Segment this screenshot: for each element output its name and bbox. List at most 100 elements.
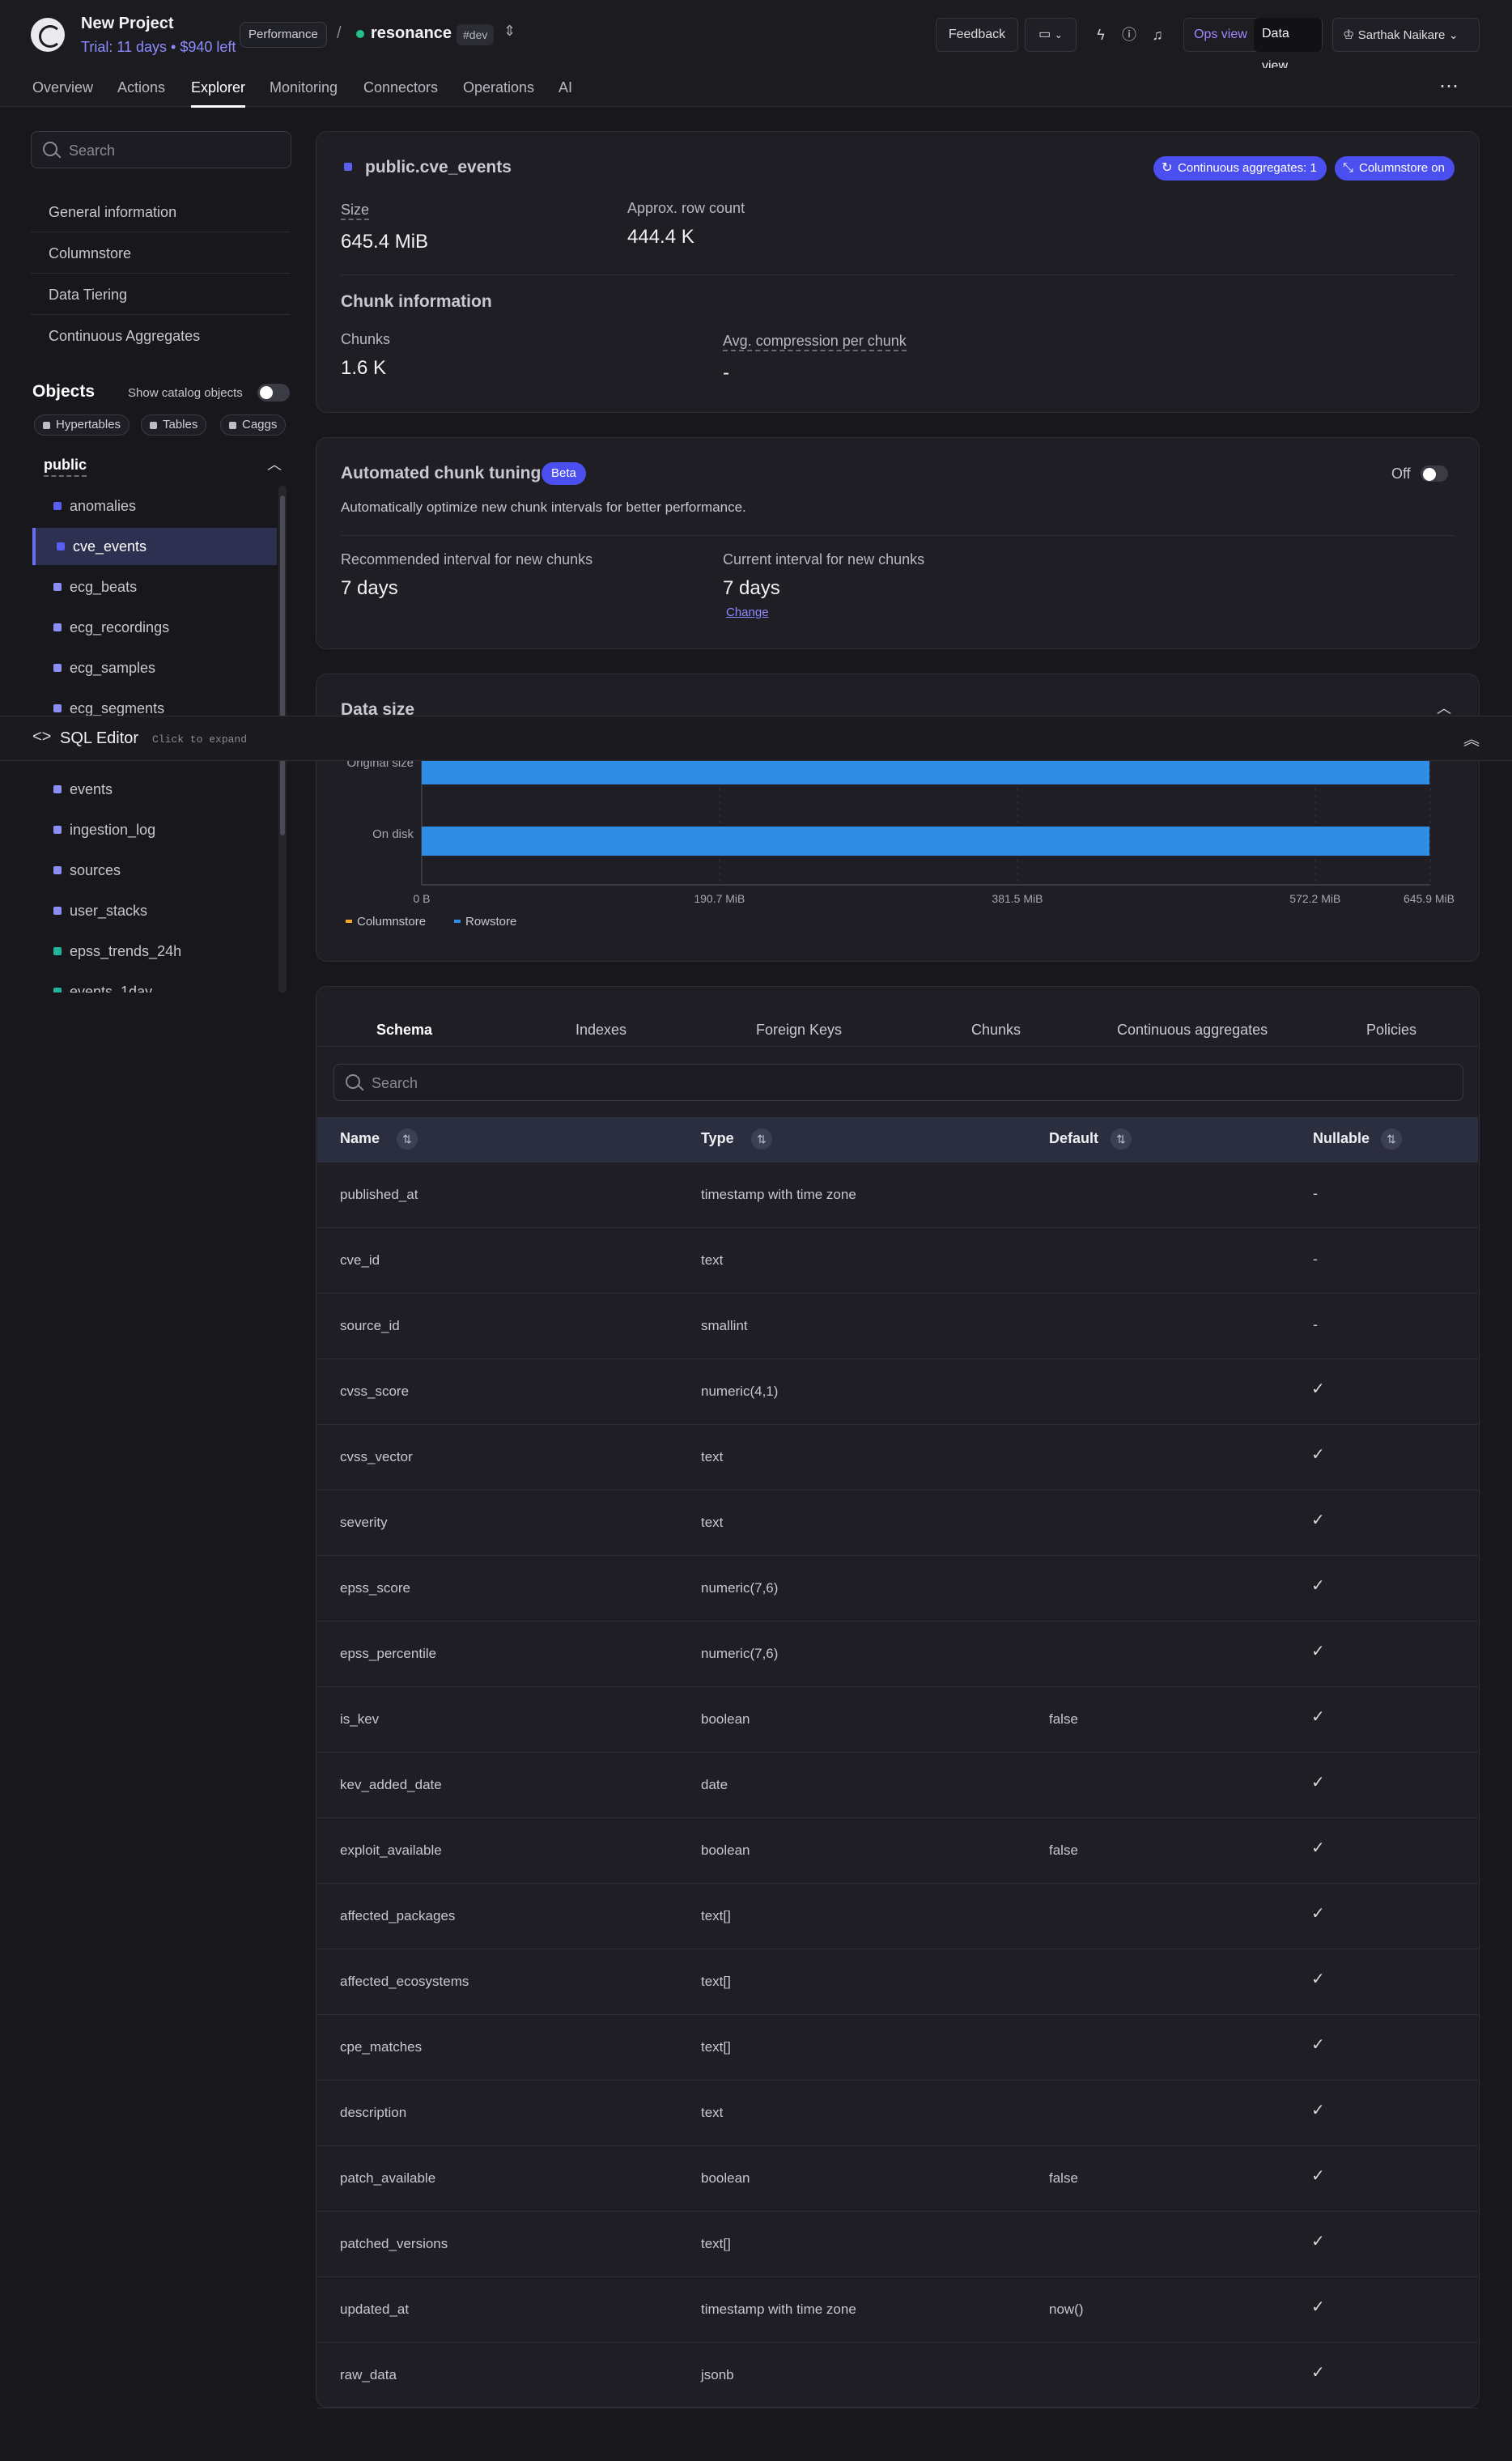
table-row[interactable]: source_id smallint -: [317, 1294, 1478, 1359]
sidebar-object-label: ingestion_log: [70, 822, 156, 838]
sidebar-object-item[interactable]: events_1day: [32, 973, 277, 992]
data-view-toggle[interactable]: Data view: [1254, 18, 1322, 73]
column-name-cell: source_id: [340, 1318, 400, 1333]
schema-search-input[interactable]: Search: [372, 1075, 418, 1092]
columnstore-badge[interactable]: ⤡ Columnstore on: [1335, 156, 1455, 181]
display-menu-button[interactable]: ▭ ⌄: [1025, 18, 1077, 52]
table-type-icon: [53, 907, 62, 915]
table-row[interactable]: epss_score numeric(7,6) ✓: [317, 1556, 1478, 1622]
sort-icon[interactable]: ⇅: [751, 1128, 772, 1150]
tuning-toggle[interactable]: [1421, 465, 1448, 482]
table-row[interactable]: kev_added_date date ✓: [317, 1753, 1478, 1818]
tab-ai[interactable]: AI: [559, 79, 572, 96]
sidebar-object-item[interactable]: ecg_samples: [32, 649, 277, 686]
column-header-type[interactable]: Type: [701, 1130, 734, 1147]
table-row[interactable]: patch_available boolean false ✓: [317, 2146, 1478, 2212]
sidebar-object-item[interactable]: epss_trends_24h: [32, 933, 277, 970]
sidebar-object-item[interactable]: events: [32, 771, 277, 808]
table-row[interactable]: description text ✓: [317, 2081, 1478, 2146]
sidebar-object-item[interactable]: sources: [32, 852, 277, 889]
table-row[interactable]: cvss_vector text ✓: [317, 1425, 1478, 1490]
tab-foreign-keys[interactable]: Foreign Keys: [756, 1022, 842, 1039]
sort-icon[interactable]: ⇅: [1381, 1128, 1402, 1150]
column-name-cell: raw_data: [340, 2367, 397, 2382]
sidebar-object-item[interactable]: anomalies: [32, 487, 277, 525]
column-default-cell: now(): [1049, 2302, 1084, 2317]
table-row[interactable]: raw_data jsonb ✓: [317, 2343, 1478, 2408]
column-type-cell: text[]: [701, 2039, 731, 2055]
sort-icon[interactable]: ⇅: [1111, 1128, 1132, 1150]
tab-operations[interactable]: Operations: [463, 79, 534, 96]
x-tick-label: 645.9 MiB: [1404, 892, 1455, 905]
sidebar-object-item[interactable]: user_stacks: [32, 892, 277, 929]
compress-icon: ⤡: [1343, 161, 1353, 175]
table-row[interactable]: cpe_matches text[] ✓: [317, 2015, 1478, 2081]
sidebar-object-label: user_stacks: [70, 903, 148, 919]
table-type-icon: [53, 623, 62, 631]
sql-editor-bar[interactable]: <> SQL Editor Click to expand ︽: [0, 716, 1512, 761]
divider: [341, 535, 1455, 536]
table-row[interactable]: exploit_available boolean false ✓: [317, 1818, 1478, 1884]
column-name-cell: exploit_available: [340, 1843, 442, 1858]
nullable-cell: -: [1313, 1316, 1318, 1333]
bell-icon[interactable]: ♫: [1145, 23, 1170, 47]
service-name[interactable]: resonance: [371, 24, 452, 43]
expand-icon[interactable]: ︽: [1463, 726, 1480, 750]
table-row[interactable]: cvss_score numeric(4,1) ✓: [317, 1359, 1478, 1425]
sort-icon[interactable]: ⇅: [397, 1128, 418, 1150]
table-row[interactable]: severity text ✓: [317, 1490, 1478, 1556]
hypertable-icon: [344, 163, 352, 171]
caggs-badge[interactable]: ↻ Continuous aggregates: 1: [1153, 156, 1327, 181]
service-switcher-icon[interactable]: ⇕: [503, 23, 516, 40]
column-header-nullable[interactable]: Nullable: [1313, 1130, 1370, 1147]
feedback-button[interactable]: Feedback: [936, 18, 1018, 52]
sidebar-object-label: ecg_beats: [70, 579, 138, 595]
table-row[interactable]: affected_ecosystems text[] ✓: [317, 1949, 1478, 2015]
size-value: 645.4 MiB: [341, 231, 429, 253]
legend-item: Columnstore: [357, 915, 426, 929]
table-row[interactable]: cve_id text -: [317, 1228, 1478, 1294]
column-name-cell: kev_added_date: [340, 1777, 442, 1792]
table-row[interactable]: patched_versions text[] ✓: [317, 2212, 1478, 2277]
more-options-icon[interactable]: ⋯: [1439, 74, 1459, 98]
sidebar-object-label: events: [70, 781, 113, 797]
table-row[interactable]: affected_packages text[] ✓: [317, 1884, 1478, 1949]
sidebar-object-item[interactable]: cve_events: [32, 528, 277, 565]
tuning-title: Automated chunk tuning: [341, 464, 542, 482]
table-row[interactable]: is_kev boolean false ✓: [317, 1687, 1478, 1753]
ops-view-toggle[interactable]: Ops view: [1194, 19, 1247, 51]
column-type-cell: numeric(7,6): [701, 1580, 779, 1596]
tab-connectors[interactable]: Connectors: [363, 79, 438, 96]
env-tag: #dev: [457, 24, 495, 45]
tab-continuous-aggregates[interactable]: Continuous aggregates: [1117, 1022, 1268, 1039]
table-row[interactable]: published_at timestamp with time zone -: [317, 1162, 1478, 1228]
column-header-name[interactable]: Name: [340, 1130, 380, 1147]
column-header-default[interactable]: Default: [1049, 1130, 1098, 1147]
tab-indexes[interactable]: Indexes: [575, 1022, 626, 1039]
nullable-cell: ✓: [1311, 1511, 1325, 1529]
column-name-cell: is_kev: [340, 1711, 380, 1727]
tab-chunks[interactable]: Chunks: [971, 1022, 1021, 1039]
sidebar-object-item[interactable]: ecg_beats: [32, 568, 277, 606]
column-type-cell: smallint: [701, 1318, 748, 1333]
sidebar-object-item[interactable]: ingestion_log: [32, 811, 277, 848]
column-default-cell: false: [1049, 1711, 1078, 1727]
help-icon[interactable]: ⓘ: [1117, 23, 1141, 47]
schema-search[interactable]: Search: [333, 1064, 1463, 1101]
objects-scroll-thumb[interactable]: [280, 495, 285, 835]
schema-table-header: Name ⇅ Type ⇅ Default ⇅ Nullable ⇅: [317, 1117, 1478, 1162]
lightning-icon[interactable]: ϟ: [1089, 23, 1113, 47]
table-row[interactable]: updated_at timestamp with time zone now() ✓: [317, 2277, 1478, 2343]
column-name-cell: cvss_vector: [340, 1449, 413, 1464]
table-row[interactable]: epss_percentile numeric(7,6) ✓: [317, 1622, 1478, 1687]
x-tick-label: 381.5 MiB: [992, 892, 1043, 905]
tab-schema[interactable]: Schema: [376, 1022, 432, 1039]
search-icon: [346, 1074, 360, 1089]
change-interval-link[interactable]: Change: [726, 606, 769, 619]
column-name-cell: patch_available: [340, 2170, 436, 2186]
sidebar-object-item[interactable]: ecg_recordings: [32, 609, 277, 646]
column-type-cell: text: [701, 1449, 724, 1464]
user-menu-button[interactable]: ♔ Sarthak Naikare ⌄: [1332, 18, 1480, 52]
tab-policies[interactable]: Policies: [1366, 1022, 1416, 1039]
nullable-cell: ✓: [1311, 1446, 1325, 1464]
